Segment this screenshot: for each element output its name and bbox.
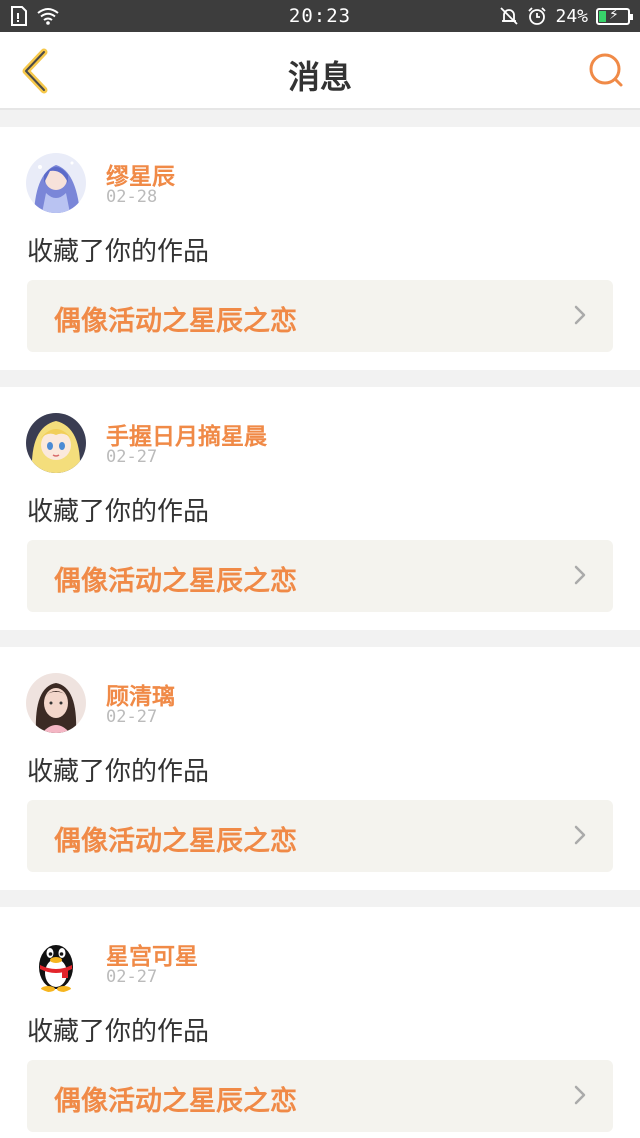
work-title: 偶像活动之星辰之恋 <box>54 826 297 857</box>
message-date: 02-27 <box>106 707 158 727</box>
message-date: 02-27 <box>106 967 158 987</box>
search-button[interactable] <box>586 50 626 90</box>
message-card: 手握日月摘星晨 02-27 收藏了你的作品 偶像活动之星辰之恋 <box>0 387 640 630</box>
avatar[interactable] <box>26 933 86 993</box>
chevron-right-icon <box>574 305 586 325</box>
anime-girl-blue-icon <box>26 153 86 213</box>
action-text: 收藏了你的作品 <box>27 237 210 267</box>
chevron-right-icon <box>574 1085 586 1105</box>
battery-icon: ⚡ <box>596 6 633 25</box>
status-time: 20:23 <box>288 5 352 27</box>
user-name[interactable]: 缪星辰 <box>106 157 175 191</box>
battery-fill <box>599 10 606 22</box>
action-text: 收藏了你的作品 <box>27 497 210 527</box>
user-name[interactable]: 手握日月摘星晨 <box>106 417 267 451</box>
message-card: 星宫可星 02-27 收藏了你的作品 偶像活动之星辰之恋 <box>0 907 640 1138</box>
search-icon <box>589 53 623 87</box>
header: 消息 <box>0 32 640 110</box>
message-list: 缪星辰 02-28 收藏了你的作品 偶像活动之星辰之恋 手握日月摘星晨 02-2… <box>0 127 640 1138</box>
photo-girl-icon <box>26 673 86 733</box>
message-date: 02-28 <box>106 187 158 207</box>
avatar[interactable] <box>26 153 86 213</box>
work-link[interactable]: 偶像活动之星辰之恋 <box>27 1060 613 1132</box>
status-bar: 20:23 24% ⚡ <box>0 0 640 32</box>
work-title: 偶像活动之星辰之恋 <box>54 1086 297 1117</box>
message-card: 顾清璃 02-27 收藏了你的作品 偶像活动之星辰之恋 <box>0 647 640 890</box>
avatar[interactable] <box>26 673 86 733</box>
work-title: 偶像活动之星辰之恋 <box>54 566 297 597</box>
action-text: 收藏了你的作品 <box>27 757 210 787</box>
avatar[interactable] <box>26 413 86 473</box>
charging-bolt-icon: ⚡ <box>609 6 619 23</box>
anime-girl-blonde-icon <box>26 413 86 473</box>
chevron-right-icon <box>574 825 586 845</box>
work-link[interactable]: 偶像活动之星辰之恋 <box>27 540 613 612</box>
work-link[interactable]: 偶像活动之星辰之恋 <box>27 800 613 872</box>
work-title: 偶像活动之星辰之恋 <box>54 306 297 337</box>
user-name[interactable]: 星宫可星 <box>106 937 198 971</box>
page-title: 消息 <box>287 58 352 96</box>
message-card: 缪星辰 02-28 收藏了你的作品 偶像活动之星辰之恋 <box>0 127 640 370</box>
chevron-right-icon <box>574 565 586 585</box>
qq-penguin-icon <box>26 933 86 993</box>
message-date: 02-27 <box>106 447 158 467</box>
work-link[interactable]: 偶像活动之星辰之恋 <box>27 280 613 352</box>
action-text: 收藏了你的作品 <box>27 1017 210 1047</box>
user-name[interactable]: 顾清璃 <box>106 677 175 711</box>
